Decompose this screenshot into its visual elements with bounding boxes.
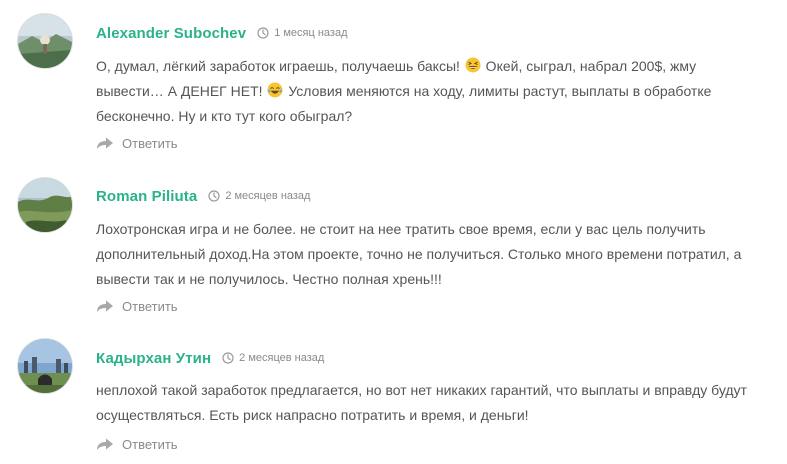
clock-icon bbox=[208, 190, 220, 202]
comment-text: неплохой такой заработок предлагается, н… bbox=[96, 382, 747, 423]
reply-arrow-icon bbox=[96, 136, 114, 150]
avatar bbox=[18, 178, 72, 232]
clock-icon bbox=[257, 27, 269, 39]
avatar bbox=[18, 339, 72, 393]
comment-text: О, думал, лёгкий заработок играешь, полу… bbox=[96, 54, 756, 129]
reply-label: Ответить bbox=[122, 135, 178, 151]
reply-button[interactable]: Ответить bbox=[96, 434, 178, 454]
comment-author[interactable]: Roman Piliuta bbox=[96, 188, 197, 205]
comment-time: 2 месяцев назад bbox=[239, 352, 325, 364]
avatar bbox=[18, 14, 72, 68]
reply-arrow-icon bbox=[96, 299, 114, 313]
comment-author[interactable]: Alexander Subochev bbox=[96, 25, 246, 42]
comment-time: 1 месяц назад bbox=[274, 27, 348, 39]
reply-button[interactable]: Ответить bbox=[96, 133, 178, 153]
reply-label: Ответить bbox=[122, 298, 178, 314]
reply-arrow-icon bbox=[96, 437, 114, 451]
grinning-squinting-face-emoji bbox=[465, 57, 481, 73]
reply-button[interactable]: Ответить bbox=[96, 296, 178, 316]
comment-text-part: О, думал, лёгкий заработок играешь, полу… bbox=[96, 58, 464, 74]
comment-text: Лохотронская игра и не более. не стоит н… bbox=[96, 221, 742, 287]
comments-list: Alexander Subochev 1 месяц назад О, дума… bbox=[0, 0, 787, 464]
tears-of-joy-emoji bbox=[267, 82, 283, 98]
comment-time: 2 месяцев назад bbox=[225, 190, 311, 202]
reply-label: Ответить bbox=[122, 436, 178, 452]
clock-icon bbox=[222, 352, 234, 364]
comment-author[interactable]: Кадырхан Утин bbox=[96, 350, 211, 367]
